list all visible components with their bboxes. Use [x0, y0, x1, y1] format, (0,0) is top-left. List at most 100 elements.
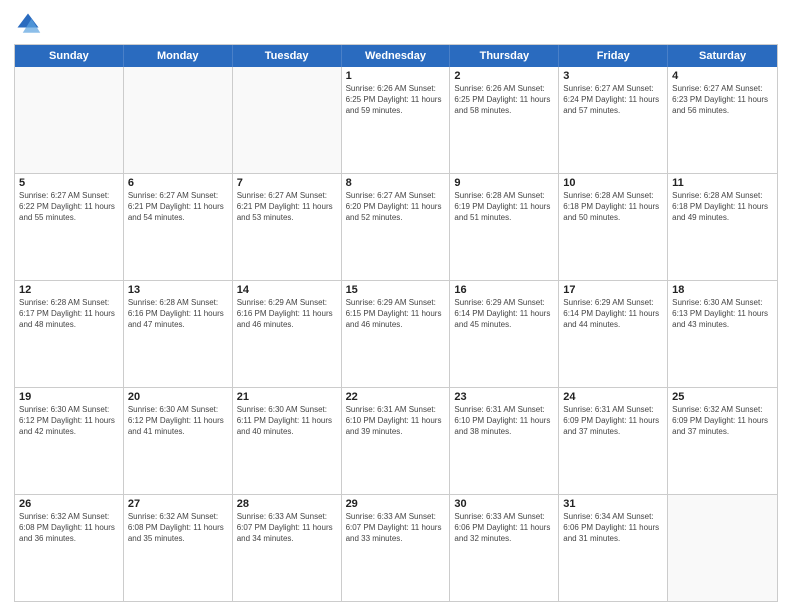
- day-number: 28: [237, 498, 337, 510]
- calendar-cell: 16 Sunrise: 6:29 AM Sunset: 6:14 PM Dayli…: [450, 281, 559, 387]
- day-number: 24: [563, 391, 663, 403]
- week-row-4: 19Sunrise: 6:30 AM Sunset: 6:12 PM Dayli…: [15, 387, 777, 494]
- calendar-cell: 12Sunrise: 6:28 AM Sunset: 6:17 PM Dayli…: [15, 281, 124, 387]
- day-info: Sunrise: 6:26 AM Sunset: 6:25 PM Dayligh…: [454, 84, 554, 116]
- calendar-cell: 3Sunrise: 6:27 AM Sunset: 6:24 PM Daylig…: [559, 67, 668, 173]
- calendar-cell: 20Sunrise: 6:30 AM Sunset: 6:12 PM Dayli…: [124, 388, 233, 494]
- calendar-cell: 19Sunrise: 6:30 AM Sunset: 6:12 PM Dayli…: [15, 388, 124, 494]
- calendar-cell: 25 Sunrise: 6:32 AM Sunset: 6:09 PM Dayli…: [668, 388, 777, 494]
- week-row-1: 1 Sunrise: 6:26 AM Sunset: 6:25 PM Daylig…: [15, 67, 777, 173]
- day-number: 2: [454, 70, 554, 82]
- calendar-cell: 21 Sunrise: 6:30 AM Sunset: 6:11 PM Dayli…: [233, 388, 342, 494]
- calendar-cell: 14 Sunrise: 6:29 AM Sunset: 6:16 PM Dayli…: [233, 281, 342, 387]
- day-info: Sunrise: 6:27 AM Sunset: 6:22 PM Dayligh…: [19, 191, 119, 223]
- day-number: 23: [454, 391, 554, 403]
- calendar-cell: [124, 67, 233, 173]
- day-info: Sunrise: 6:32 AM Sunset: 6:08 PM Dayligh…: [128, 512, 228, 544]
- day-info: Sunrise: 6:29 AM Sunset: 6:15 PM Dayligh…: [346, 298, 446, 330]
- day-number: 15: [346, 284, 446, 296]
- header: [14, 10, 778, 38]
- header-day-wednesday: Wednesday: [342, 45, 451, 67]
- day-info: Sunrise: 6:28 AM Sunset: 6:16 PM Dayligh…: [128, 298, 228, 330]
- calendar-cell: 17Sunrise: 6:29 AM Sunset: 6:14 PM Dayli…: [559, 281, 668, 387]
- header-day-tuesday: Tuesday: [233, 45, 342, 67]
- day-number: 9: [454, 177, 554, 189]
- calendar-cell: 2 Sunrise: 6:26 AM Sunset: 6:25 PM Daylig…: [450, 67, 559, 173]
- day-info: Sunrise: 6:32 AM Sunset: 6:08 PM Dayligh…: [19, 512, 119, 544]
- day-info: Sunrise: 6:30 AM Sunset: 6:12 PM Dayligh…: [128, 405, 228, 437]
- day-number: 21: [237, 391, 337, 403]
- calendar-cell: 5 Sunrise: 6:27 AM Sunset: 6:22 PM Daylig…: [15, 174, 124, 280]
- day-number: 8: [346, 177, 446, 189]
- calendar-cell: 26Sunrise: 6:32 AM Sunset: 6:08 PM Dayli…: [15, 495, 124, 601]
- logo: [14, 10, 44, 38]
- day-info: Sunrise: 6:28 AM Sunset: 6:18 PM Dayligh…: [672, 191, 773, 223]
- calendar-cell: 30 Sunrise: 6:33 AM Sunset: 6:06 PM Dayli…: [450, 495, 559, 601]
- day-number: 22: [346, 391, 446, 403]
- day-number: 7: [237, 177, 337, 189]
- day-info: Sunrise: 6:31 AM Sunset: 6:09 PM Dayligh…: [563, 405, 663, 437]
- day-info: Sunrise: 6:30 AM Sunset: 6:13 PM Dayligh…: [672, 298, 773, 330]
- day-number: 18: [672, 284, 773, 296]
- day-number: 4: [672, 70, 773, 82]
- calendar-cell: 15 Sunrise: 6:29 AM Sunset: 6:15 PM Dayli…: [342, 281, 451, 387]
- day-number: 5: [19, 177, 119, 189]
- calendar-cell: 28 Sunrise: 6:33 AM Sunset: 6:07 PM Dayli…: [233, 495, 342, 601]
- calendar-header: SundayMondayTuesdayWednesdayThursdayFrid…: [15, 45, 777, 67]
- calendar-cell: 9 Sunrise: 6:28 AM Sunset: 6:19 PM Daylig…: [450, 174, 559, 280]
- day-info: Sunrise: 6:32 AM Sunset: 6:09 PM Dayligh…: [672, 405, 773, 437]
- day-number: 10: [563, 177, 663, 189]
- day-info: Sunrise: 6:28 AM Sunset: 6:18 PM Dayligh…: [563, 191, 663, 223]
- day-number: 31: [563, 498, 663, 510]
- calendar-cell: 4 Sunrise: 6:27 AM Sunset: 6:23 PM Daylig…: [668, 67, 777, 173]
- calendar-cell: 22 Sunrise: 6:31 AM Sunset: 6:10 PM Dayli…: [342, 388, 451, 494]
- calendar-cell: [15, 67, 124, 173]
- header-day-sunday: Sunday: [15, 45, 124, 67]
- day-number: 30: [454, 498, 554, 510]
- page: SundayMondayTuesdayWednesdayThursdayFrid…: [0, 0, 792, 612]
- calendar-cell: 24 Sunrise: 6:31 AM Sunset: 6:09 PM Dayli…: [559, 388, 668, 494]
- day-info: Sunrise: 6:30 AM Sunset: 6:11 PM Dayligh…: [237, 405, 337, 437]
- day-info: Sunrise: 6:27 AM Sunset: 6:20 PM Dayligh…: [346, 191, 446, 223]
- logo-icon: [14, 10, 42, 38]
- day-info: Sunrise: 6:31 AM Sunset: 6:10 PM Dayligh…: [454, 405, 554, 437]
- calendar-cell: 13Sunrise: 6:28 AM Sunset: 6:16 PM Dayli…: [124, 281, 233, 387]
- calendar-cell: [233, 67, 342, 173]
- day-info: Sunrise: 6:26 AM Sunset: 6:25 PM Dayligh…: [346, 84, 446, 116]
- day-info: Sunrise: 6:27 AM Sunset: 6:23 PM Dayligh…: [672, 84, 773, 116]
- day-info: Sunrise: 6:33 AM Sunset: 6:06 PM Dayligh…: [454, 512, 554, 544]
- day-number: 17: [563, 284, 663, 296]
- calendar-cell: [668, 495, 777, 601]
- week-row-3: 12Sunrise: 6:28 AM Sunset: 6:17 PM Dayli…: [15, 280, 777, 387]
- calendar-cell: 1 Sunrise: 6:26 AM Sunset: 6:25 PM Daylig…: [342, 67, 451, 173]
- day-info: Sunrise: 6:34 AM Sunset: 6:06 PM Dayligh…: [563, 512, 663, 544]
- day-number: 6: [128, 177, 228, 189]
- calendar-body: 1 Sunrise: 6:26 AM Sunset: 6:25 PM Daylig…: [15, 67, 777, 601]
- calendar-cell: 23 Sunrise: 6:31 AM Sunset: 6:10 PM Dayli…: [450, 388, 559, 494]
- day-info: Sunrise: 6:33 AM Sunset: 6:07 PM Dayligh…: [346, 512, 446, 544]
- day-number: 16: [454, 284, 554, 296]
- day-number: 27: [128, 498, 228, 510]
- calendar: SundayMondayTuesdayWednesdayThursdayFrid…: [14, 44, 778, 602]
- day-info: Sunrise: 6:31 AM Sunset: 6:10 PM Dayligh…: [346, 405, 446, 437]
- day-number: 29: [346, 498, 446, 510]
- day-number: 25: [672, 391, 773, 403]
- day-info: Sunrise: 6:28 AM Sunset: 6:17 PM Dayligh…: [19, 298, 119, 330]
- day-info: Sunrise: 6:33 AM Sunset: 6:07 PM Dayligh…: [237, 512, 337, 544]
- calendar-cell: 7Sunrise: 6:27 AM Sunset: 6:21 PM Daylig…: [233, 174, 342, 280]
- week-row-5: 26Sunrise: 6:32 AM Sunset: 6:08 PM Dayli…: [15, 494, 777, 601]
- week-row-2: 5 Sunrise: 6:27 AM Sunset: 6:22 PM Daylig…: [15, 173, 777, 280]
- day-number: 1: [346, 70, 446, 82]
- day-info: Sunrise: 6:30 AM Sunset: 6:12 PM Dayligh…: [19, 405, 119, 437]
- day-info: Sunrise: 6:29 AM Sunset: 6:16 PM Dayligh…: [237, 298, 337, 330]
- calendar-cell: 8 Sunrise: 6:27 AM Sunset: 6:20 PM Daylig…: [342, 174, 451, 280]
- calendar-cell: 11Sunrise: 6:28 AM Sunset: 6:18 PM Dayli…: [668, 174, 777, 280]
- calendar-cell: 31 Sunrise: 6:34 AM Sunset: 6:06 PM Dayli…: [559, 495, 668, 601]
- calendar-cell: 29 Sunrise: 6:33 AM Sunset: 6:07 PM Dayli…: [342, 495, 451, 601]
- day-info: Sunrise: 6:27 AM Sunset: 6:24 PM Dayligh…: [563, 84, 663, 116]
- day-number: 14: [237, 284, 337, 296]
- calendar-cell: 27 Sunrise: 6:32 AM Sunset: 6:08 PM Dayli…: [124, 495, 233, 601]
- day-info: Sunrise: 6:29 AM Sunset: 6:14 PM Dayligh…: [454, 298, 554, 330]
- day-info: Sunrise: 6:28 AM Sunset: 6:19 PM Dayligh…: [454, 191, 554, 223]
- calendar-cell: 18 Sunrise: 6:30 AM Sunset: 6:13 PM Dayli…: [668, 281, 777, 387]
